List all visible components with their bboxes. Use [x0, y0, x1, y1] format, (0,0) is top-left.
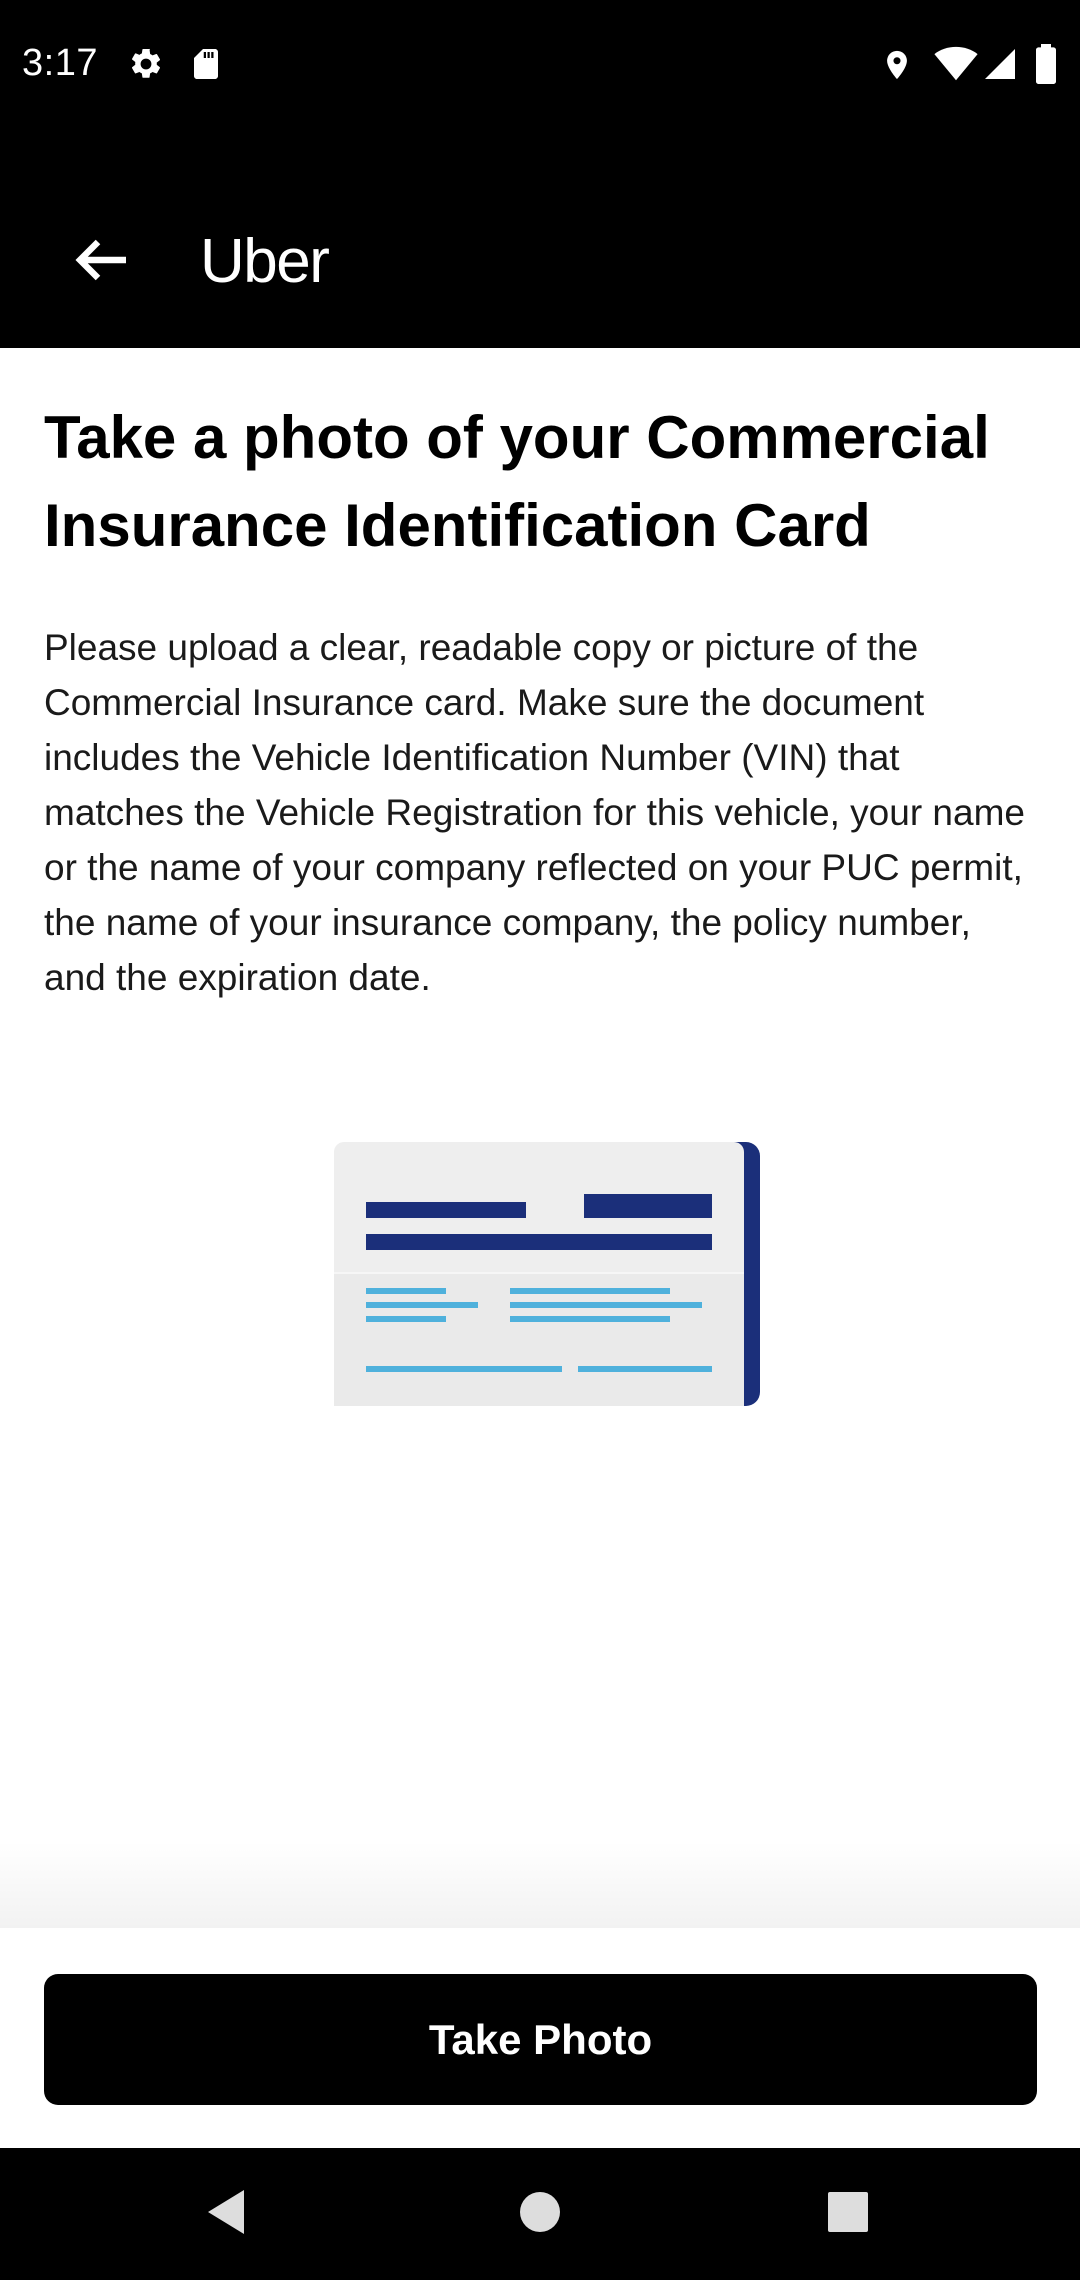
page-description: Please upload a clear, readable copy or …: [44, 627, 1025, 998]
app-bar: Uber: [0, 136, 1080, 348]
take-photo-button[interactable]: Take Photo: [44, 1974, 1037, 2105]
recents-square-icon: [826, 2190, 870, 2239]
signal-icon: [982, 46, 1018, 87]
back-triangle-icon: [204, 2188, 248, 2241]
battery-icon: [1034, 44, 1058, 89]
location-icon: [880, 46, 914, 89]
status-time: 3:17: [22, 42, 98, 84]
arrow-left-icon: [74, 235, 130, 290]
gear-icon: [128, 46, 164, 87]
page-title: Take a photo of your Commercial Insuranc…: [44, 404, 990, 559]
main-content: Take a photo of your Commercial Insuranc…: [44, 348, 1036, 1005]
back-button[interactable]: [60, 220, 144, 304]
nav-back-button[interactable]: [190, 2178, 262, 2250]
nav-home-button[interactable]: [504, 2178, 576, 2250]
sd-card-icon: [190, 46, 222, 87]
system-nav-bar: [0, 2148, 1080, 2280]
action-area: Take Photo: [0, 1928, 1080, 2148]
home-circle-icon: [518, 2190, 562, 2239]
bottom-fade: [0, 1840, 1080, 1928]
insurance-card-illustration: [332, 1142, 762, 1408]
app-title: Uber: [200, 227, 330, 296]
nav-recents-button[interactable]: [812, 2178, 884, 2250]
status-bar: 3:17: [0, 0, 1080, 136]
wifi-icon: [934, 46, 978, 87]
